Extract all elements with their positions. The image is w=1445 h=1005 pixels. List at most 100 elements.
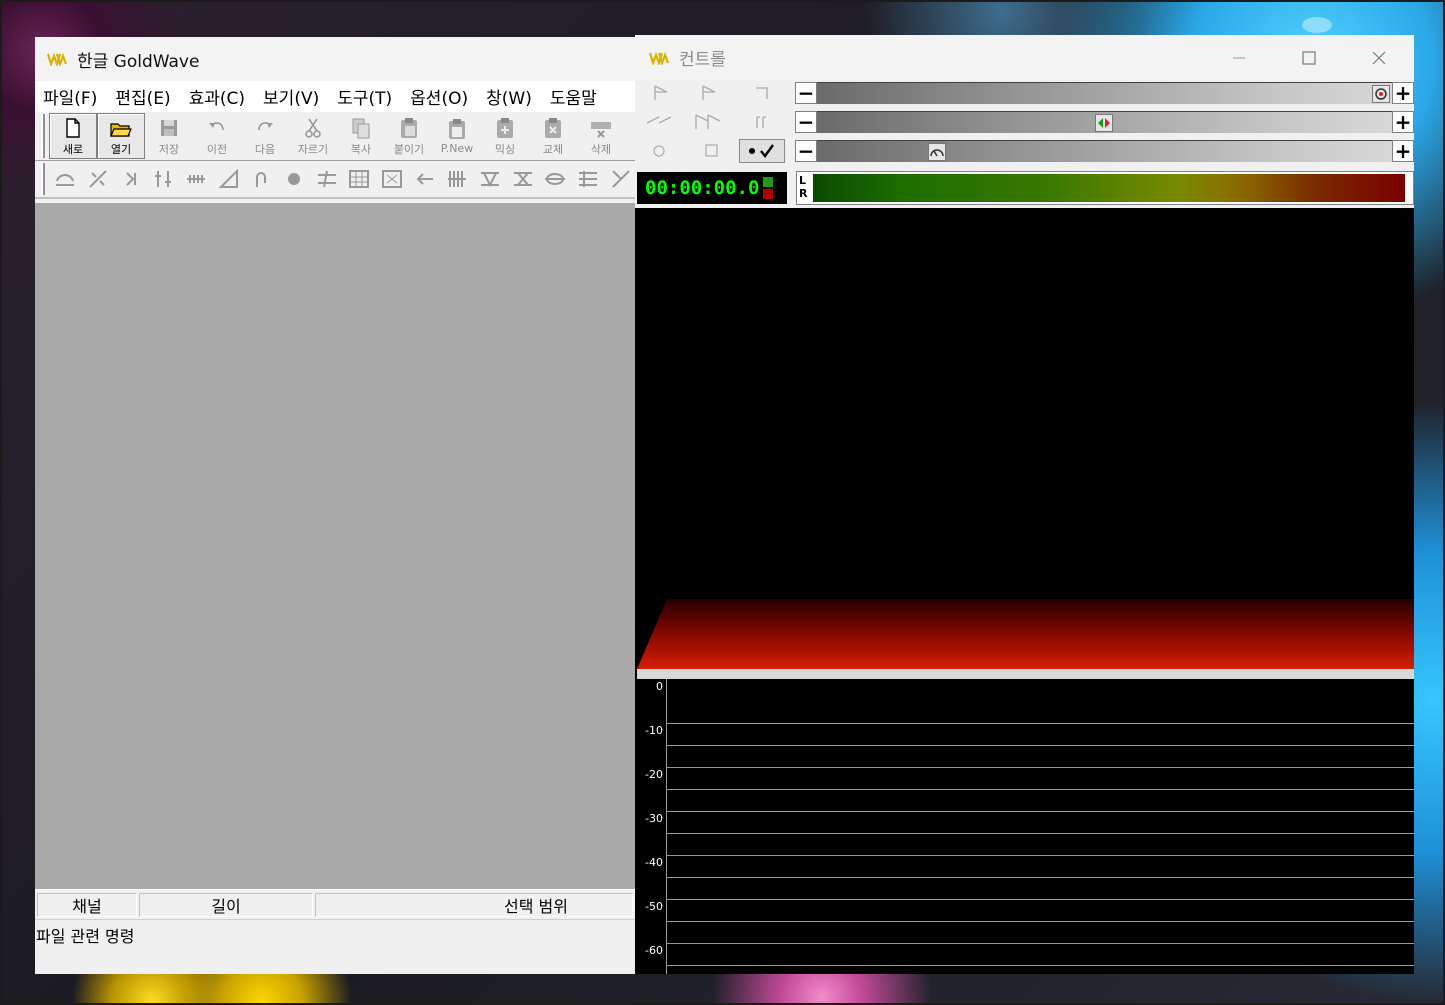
balance-knob-icon — [1098, 118, 1110, 128]
meter-left-label: L — [799, 174, 807, 187]
doppler-button[interactable] — [49, 164, 82, 194]
play-all-icon[interactable] — [651, 84, 673, 102]
spectrum-visual[interactable] — [637, 211, 1414, 669]
stereo-button[interactable] — [539, 164, 572, 194]
menu-effects[interactable]: 효과(C) — [181, 84, 255, 109]
new-file-icon — [66, 117, 80, 138]
volume-increase-button[interactable]: + — [1392, 81, 1414, 105]
toolbar-grip[interactable] — [41, 114, 45, 158]
volume-slider[interactable]: − + — [795, 81, 1414, 105]
dynamics-button[interactable] — [82, 164, 115, 194]
main-workspace[interactable] — [35, 203, 637, 889]
save-button[interactable]: 저장 — [145, 113, 193, 159]
new-button-label: 새로 — [62, 142, 84, 156]
open-button[interactable]: 열기 — [97, 113, 145, 159]
db-scale-label: -20 — [645, 768, 663, 781]
menu-edit[interactable]: 편집(E) — [107, 84, 180, 109]
balance-slider[interactable]: − + — [795, 110, 1414, 134]
undo-button[interactable]: 이전 — [193, 113, 241, 159]
paste-new-button[interactable]: P.New — [433, 113, 481, 159]
volume-decrease-button[interactable]: − — [795, 81, 817, 105]
main-titlebar[interactable]: 한글 GoldWave — [35, 37, 637, 81]
menu-file[interactable]: 파일(F) — [35, 84, 107, 109]
offset-button[interactable] — [343, 164, 376, 194]
menu-options[interactable]: 옵션(O) — [402, 84, 478, 109]
volume-knob[interactable] — [1372, 85, 1390, 103]
visual-separator[interactable] — [637, 669, 1414, 679]
db-gridline — [667, 767, 1414, 768]
effects-toolbar-grip[interactable] — [41, 163, 45, 195]
echo-button[interactable] — [114, 164, 147, 194]
balance-track[interactable] — [817, 111, 1392, 133]
cut-button-label: 자르기 — [297, 142, 329, 156]
pause-icon[interactable] — [751, 113, 773, 131]
replace-button[interactable]: 교체 — [529, 113, 577, 159]
mix-button[interactable]: 믹싱 — [481, 113, 529, 159]
menu-tools[interactable]: 도구(T) — [329, 84, 402, 109]
delete-button-label: 삭제 — [590, 142, 612, 156]
balance-knob[interactable] — [1095, 114, 1113, 132]
volume-knob-icon — [1375, 88, 1387, 100]
db-gridline — [667, 855, 1414, 856]
cut-button[interactable]: 자르기 — [289, 113, 337, 159]
copy-button[interactable]: 복사 — [337, 113, 385, 159]
right-channel-led — [763, 189, 773, 199]
speed-knob[interactable] — [928, 143, 946, 161]
db-gridline — [667, 833, 1414, 834]
stop-icon[interactable] — [751, 84, 773, 102]
fast-forward-icon[interactable] — [693, 113, 725, 131]
pitch-button[interactable] — [376, 164, 409, 194]
meter-channel-labels: L R — [799, 174, 811, 200]
redo-button[interactable]: 다음 — [241, 113, 289, 159]
close-button[interactable] — [1344, 35, 1414, 80]
wallpaper-shape — [1302, 17, 1332, 33]
time-warp-button[interactable] — [572, 164, 605, 194]
volume-track[interactable] — [817, 82, 1392, 104]
rewind-icon[interactable] — [645, 113, 675, 131]
mechanize-button[interactable] — [310, 164, 343, 194]
speed-track[interactable] — [817, 140, 1392, 162]
status-channel: 채널 — [37, 892, 137, 917]
level-meter-bar — [813, 174, 1405, 202]
copy-icon — [352, 118, 370, 138]
invert-button[interactable] — [278, 164, 311, 194]
decibel-graph[interactable]: 0 -10 -20 -30 -40 -50 -60 — [637, 679, 1414, 974]
delete-button[interactable]: 삭제 — [577, 113, 625, 159]
db-scale-label: -40 — [645, 856, 663, 869]
reverse-button[interactable] — [441, 164, 474, 194]
menu-view[interactable]: 보기(V) — [255, 84, 329, 109]
balance-decrease-button[interactable]: − — [795, 110, 817, 134]
play-selection-icon[interactable] — [699, 84, 721, 102]
balance-increase-button[interactable]: + — [1392, 110, 1414, 134]
record-stop-icon[interactable] — [701, 142, 723, 160]
redo-icon — [258, 121, 273, 130]
redo-button-label: 다음 — [254, 142, 276, 156]
silence-button[interactable] — [506, 164, 539, 194]
maximize-button[interactable] — [1274, 35, 1344, 80]
equalizer-button[interactable] — [147, 164, 180, 194]
control-titlebar[interactable]: 컨트롤 — [635, 35, 1414, 80]
properties-button[interactable] — [739, 139, 785, 163]
reverse-icon — [448, 171, 467, 187]
hint-bar: 파일 관련 명령 — [35, 919, 637, 949]
speed-slider[interactable]: − + — [795, 139, 1414, 163]
replace-icon — [545, 117, 561, 138]
new-button[interactable]: 새로 — [49, 113, 97, 159]
volume-button[interactable] — [604, 164, 637, 194]
resample-button[interactable] — [474, 164, 507, 194]
speed-increase-button[interactable]: + — [1392, 139, 1414, 163]
playback-rate-button[interactable] — [408, 164, 441, 194]
filter-button[interactable] — [180, 164, 213, 194]
pitch-icon — [382, 170, 403, 188]
speed-decrease-button[interactable]: − — [795, 139, 817, 163]
fade-button[interactable] — [212, 164, 245, 194]
menu-window[interactable]: 창(W) — [478, 84, 542, 109]
properties-check-icon — [749, 144, 774, 158]
flanger-button[interactable] — [245, 164, 278, 194]
paste-button[interactable]: 붙이기 — [385, 113, 433, 159]
doppler-icon — [56, 174, 75, 186]
menu-help[interactable]: 도움말 — [542, 84, 607, 109]
minimize-button[interactable] — [1204, 35, 1274, 80]
record-icon[interactable] — [649, 142, 671, 160]
db-scale-label: -60 — [645, 944, 663, 957]
